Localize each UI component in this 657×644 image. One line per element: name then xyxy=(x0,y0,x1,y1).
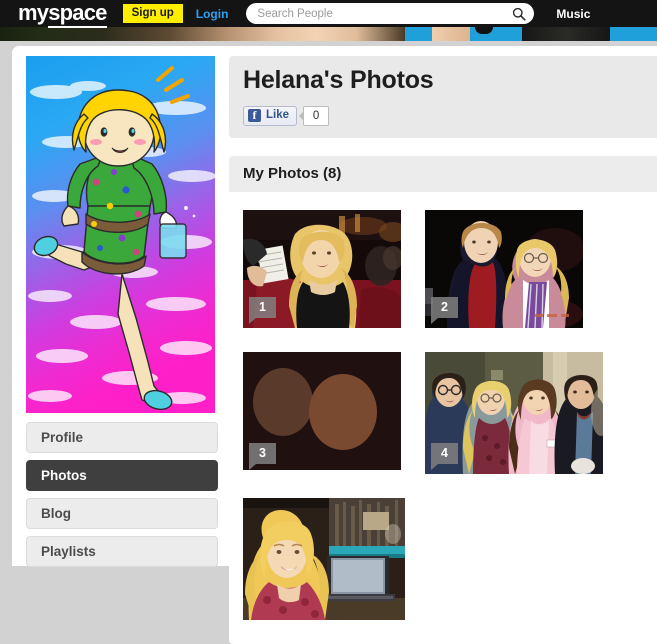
photo-image-5[interactable] xyxy=(243,497,405,620)
facebook-like-button[interactable]: f Like xyxy=(243,105,298,126)
sidebar-item-photos[interactable]: Photos xyxy=(26,460,218,491)
cover-photo-strip xyxy=(0,27,657,41)
top-navigation-bar: myspace Sign up Login Music xyxy=(0,0,657,28)
profile-content-card: Profile Photos Blog Playlists Helana's P… xyxy=(12,46,657,644)
cover-photo-dark-region xyxy=(522,27,610,41)
facebook-like-row: f Like 0 xyxy=(243,105,657,126)
photo-badge-3: 3 xyxy=(249,442,276,470)
like-count-bubble: 0 xyxy=(299,105,330,126)
cover-photo-subject-region xyxy=(432,27,470,41)
photo-thumbnail-2[interactable]: 2 xyxy=(425,209,583,328)
sidebar-item-blog[interactable]: Blog xyxy=(26,498,218,529)
logo-prefix: my xyxy=(18,0,49,25)
photos-panel: My Photos (8) 1 2 3 4 xyxy=(229,155,657,644)
photo-thumbnail-3[interactable]: 3 xyxy=(243,351,401,474)
photo-thumbnail-4[interactable]: 4 xyxy=(425,351,603,474)
sidebar-item-label: Blog xyxy=(41,506,71,521)
page-title: Helana's Photos xyxy=(243,66,434,94)
sidebar-item-profile[interactable]: Profile xyxy=(26,422,218,453)
myspace-logo[interactable]: myspace xyxy=(18,0,107,28)
facebook-icon: f xyxy=(248,109,261,122)
photo-badge-2: 2 xyxy=(431,296,458,324)
cover-photo-blue-region-b xyxy=(610,27,657,41)
sidebar-item-label: Photos xyxy=(41,468,87,483)
photo-thumbnail-1[interactable]: 1 xyxy=(243,209,401,328)
logo-suffix: space xyxy=(48,0,107,28)
sidebar-item-playlists[interactable]: Playlists xyxy=(26,536,218,567)
search-icon[interactable] xyxy=(512,7,526,21)
photo-badge-4: 4 xyxy=(431,442,458,470)
search-bar[interactable] xyxy=(246,3,535,24)
sidebar-navigation: Profile Photos Blog Playlists xyxy=(26,422,218,567)
photo-grid: 1 2 3 4 xyxy=(229,192,657,644)
photo-badge-1: 1 xyxy=(249,296,276,324)
photos-panel-title: My Photos (8) xyxy=(243,164,342,182)
sidebar-item-label: Playlists xyxy=(41,544,96,559)
main-content-column: Helana's Photos f Like 0 My Photos (8) 1… xyxy=(229,56,657,644)
search-input[interactable] xyxy=(257,7,513,20)
photos-panel-header: My Photos (8) xyxy=(229,155,657,192)
login-link[interactable]: Login xyxy=(196,7,229,21)
sidebar: Profile Photos Blog Playlists xyxy=(26,56,218,574)
photo-thumbnail-5[interactable] xyxy=(243,497,405,620)
music-link[interactable]: Music xyxy=(556,7,590,21)
like-count: 0 xyxy=(303,105,330,126)
sidebar-item-label: Profile xyxy=(41,430,84,445)
cover-photo-left-region xyxy=(0,27,405,41)
profile-picture[interactable] xyxy=(26,56,215,413)
page-title-panel: Helana's Photos f Like 0 xyxy=(229,56,657,138)
sign-up-button[interactable]: Sign up xyxy=(122,3,183,24)
like-label: Like xyxy=(266,108,290,121)
